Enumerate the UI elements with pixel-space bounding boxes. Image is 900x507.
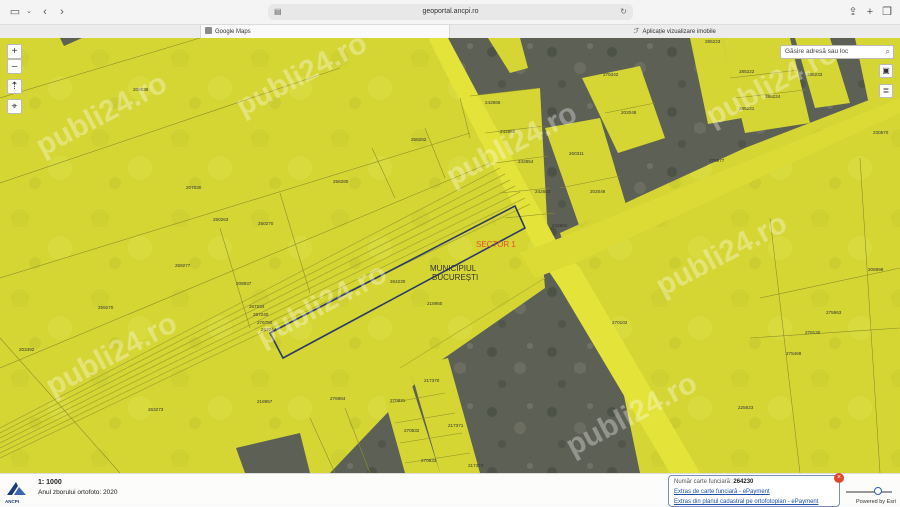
parcel-number-label: 270831 xyxy=(390,398,406,403)
page-icon: ▤ xyxy=(274,7,282,16)
parcel-info-popup: Număr carte funciară: 264230 Extras de c… xyxy=(668,475,840,507)
parcel-number-label: 278977 xyxy=(709,158,725,163)
close-icon[interactable]: × xyxy=(834,473,844,483)
opacity-slider-handle[interactable] xyxy=(874,487,882,495)
parcel-number-label: 260311 xyxy=(569,151,584,156)
search-icon[interactable]: ⌕ xyxy=(886,46,890,58)
map-footer: ANCPI 1: 1000 Anul zborului ortofoto: 20… xyxy=(0,473,900,507)
parcel-number-label: 285223 xyxy=(705,39,721,44)
tab-bar: Google Maps ℱ Aplicație vizualizare imobi… xyxy=(0,24,900,39)
parcel-number-label: 275863 xyxy=(826,310,842,315)
parcel-number-label: 264230 xyxy=(390,279,406,284)
land-book-number: 264230 xyxy=(733,479,754,485)
municipality-label-line1: MUNICIPIUL xyxy=(430,264,477,273)
parcel-number-label: 258280 xyxy=(333,179,349,184)
powered-by-esri: Powered by Esri xyxy=(856,499,897,505)
land-book-row: Număr carte funciară: 264230 xyxy=(674,477,834,487)
search-placeholder: Găsire adresă sau loc xyxy=(785,48,849,55)
sidebar-toggle-icon[interactable]: ▭ xyxy=(8,5,22,19)
layer-list-icon[interactable]: ≣ xyxy=(879,84,893,98)
search-input[interactable]: Găsire adresă sau loc ⌕ xyxy=(780,45,894,59)
parcel-number-label: 217370 xyxy=(424,378,440,383)
browser-toolbar: ▭ ⌄ ‹ › ▤ geoportal.ancpi.ro ↻ ⇪ + ❐ Goo… xyxy=(0,0,900,39)
parcel-number-label: 202046 xyxy=(590,189,606,194)
north-arrow-icon[interactable]: ⇡ xyxy=(7,79,22,94)
ancpi-favicon-icon: ℱ xyxy=(634,28,640,35)
parcel-number-label: 242853 xyxy=(535,189,551,194)
parcel-number-label: 242866 xyxy=(485,100,501,105)
address-bar[interactable]: ▤ geoportal.ancpi.ro ↻ xyxy=(268,4,633,20)
parcel-number-label: 242854 xyxy=(518,159,534,164)
parcel-number-label: 218950 xyxy=(427,301,443,306)
sector-label: SECTOR 1 xyxy=(476,240,516,249)
parcel-number-label: 267240 xyxy=(253,312,269,317)
map-canvas[interactable]: 206936 207030 250263 250270 259277 208937 2592… xyxy=(0,38,900,473)
ancpi-logo: ANCPI xyxy=(4,480,30,504)
forward-icon[interactable]: › xyxy=(55,5,69,19)
basemap-gallery-icon[interactable]: ▣ xyxy=(879,64,893,78)
parcel-number-label: 270833 xyxy=(421,458,437,463)
parcel-number-label: 242852 xyxy=(552,223,568,228)
parcel-number-label: 285221 xyxy=(739,106,755,111)
parcel-number-label: 250263 xyxy=(213,217,229,222)
parcel-number-label: 259270 xyxy=(98,305,114,310)
parcel-number-label: 218957 xyxy=(257,399,273,404)
parcel-number-label: 206999 xyxy=(868,267,884,272)
parcel-number-label: 285224 xyxy=(765,94,781,99)
parcel-number-label: 206936 xyxy=(133,87,149,92)
tabs-overview-icon[interactable]: ❐ xyxy=(880,5,894,19)
parcel-number-label: 259277 xyxy=(175,263,191,268)
tab-aplicatie-vizualizare[interactable]: ℱ Aplicație vizualizare imobile xyxy=(634,25,834,39)
parcel-number-label: 276984 xyxy=(330,396,346,401)
extract-land-book-link[interactable]: Extras de carte funciară - ePayment xyxy=(674,487,834,497)
parcel-number-label: 267234 xyxy=(249,304,265,309)
parcel-number-label: 242855 xyxy=(500,129,516,134)
parcel-number-label: 263273 xyxy=(148,407,164,412)
parcel-number-label: 285222 xyxy=(739,69,755,74)
parcel-number-label: 278130 xyxy=(805,330,821,335)
parcel-number-label: 270102 xyxy=(612,320,628,325)
parcel-number-label: 275468 xyxy=(786,351,802,356)
zoom-out-button[interactable]: – xyxy=(7,59,22,74)
parcel-number-label: 203492 xyxy=(19,347,35,352)
url-text: geoportal.ancpi.ro xyxy=(422,8,479,15)
parcel-number-label: 202048 xyxy=(621,110,637,115)
map-view[interactable]: 206936 207030 250263 250270 259277 208937 2592… xyxy=(0,38,900,473)
tab-label: Aplicație vizualizare imobile xyxy=(642,29,716,35)
zoom-in-button[interactable]: + xyxy=(7,44,22,59)
parcel-number-label: 250270 xyxy=(258,221,274,226)
logo-text: ANCPI xyxy=(5,499,20,504)
back-icon[interactable]: ‹ xyxy=(38,5,52,19)
parcel-number-label: 285233 xyxy=(807,72,823,77)
ortho-year-label: Anul zborului ortofoto: 2020 xyxy=(38,489,118,496)
chevron-down-icon[interactable]: ⌄ xyxy=(22,5,36,19)
parcel-number-label: 217371 xyxy=(448,423,464,428)
parcel-number-label: 276342 xyxy=(603,72,619,77)
parcel-number-label: 207030 xyxy=(186,185,202,190)
ancpi-logo-mark-icon xyxy=(7,482,26,495)
reload-icon[interactable]: ↻ xyxy=(620,4,627,20)
parcel-number-label: 270832 xyxy=(404,428,420,433)
locate-icon[interactable]: ⌖ xyxy=(7,99,22,114)
municipality-label-line2: BUCUREȘTI xyxy=(432,273,478,282)
scale-label: 1: 1000 xyxy=(38,479,62,486)
share-icon[interactable]: ⇪ xyxy=(846,5,860,19)
land-book-label: Număr carte funciară: xyxy=(674,479,732,485)
new-tab-icon[interactable]: + xyxy=(863,5,877,19)
parcel-number-label: 258282 xyxy=(411,137,427,142)
tab-google-maps[interactable]: Google Maps xyxy=(200,25,450,39)
tab-label: Google Maps xyxy=(215,29,251,35)
parcel-number-label: 267244 xyxy=(261,327,277,332)
parcel-number-label: 225623 xyxy=(738,405,754,410)
opacity-slider-track[interactable] xyxy=(846,491,892,493)
parcel-number-label: 208937 xyxy=(236,281,252,286)
google-maps-favicon-icon xyxy=(205,27,212,34)
parcel-number-label: 217373 xyxy=(468,463,484,468)
parcel-number-label: 276750 xyxy=(257,320,273,325)
parcel-number-label: 230570 xyxy=(873,130,889,135)
